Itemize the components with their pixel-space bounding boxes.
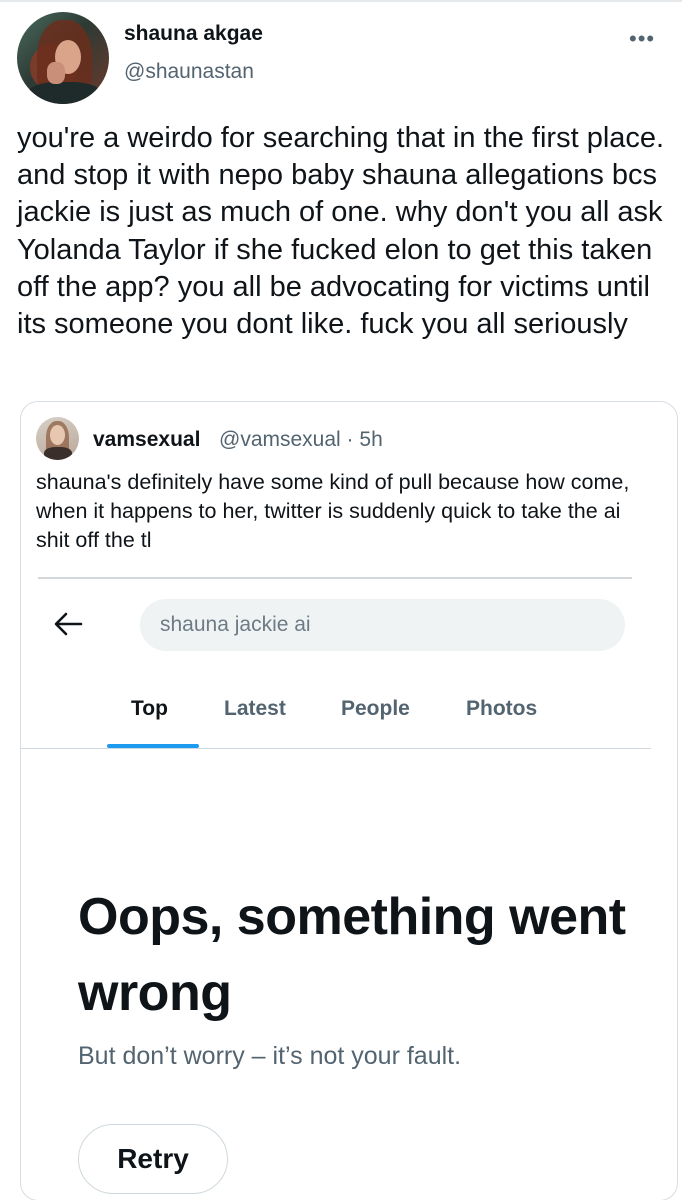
author-handle[interactable]: @shaunastan — [124, 60, 254, 84]
search-query: shauna jackie ai — [160, 613, 311, 636]
error-subtitle: But don’t worry – it’s not your fault. — [78, 1042, 462, 1070]
search-field: shauna jackie ai — [140, 599, 625, 651]
author-name[interactable]: shauna akgae — [124, 22, 263, 46]
quoted-time[interactable]: 5h — [359, 428, 382, 451]
screenshot-top-divider — [38, 577, 632, 579]
quoted-tweet[interactable]: vamsexual @vamsexual · 5h shauna's defin… — [20, 401, 678, 1200]
tweet-text: you're a weirdo for searching that in th… — [17, 122, 665, 341]
quoted-author-avatar[interactable] — [36, 417, 79, 460]
tab-latest: Latest — [224, 697, 286, 720]
more-options-icon[interactable]: ••• — [629, 28, 655, 50]
quoted-author-name[interactable]: vamsexual — [93, 428, 200, 452]
quoted-author-handle: @vamsexual — [219, 428, 341, 451]
meta-separator: · — [346, 428, 354, 451]
tab-photos: Photos — [466, 697, 538, 720]
tabs-divider — [21, 748, 651, 749]
error-title: Oops, something went wrong — [78, 888, 626, 1022]
back-arrow-icon — [54, 612, 83, 636]
tab-people: People — [341, 697, 410, 720]
quoted-tweet-text: shauna's definitely have some kind of pu… — [36, 470, 630, 552]
quoted-author-meta: @vamsexual · 5h — [219, 428, 383, 452]
author-avatar[interactable] — [17, 12, 109, 104]
tab-top: Top — [131, 697, 168, 720]
retry-button: Retry — [78, 1124, 228, 1194]
top-divider — [0, 0, 682, 2]
